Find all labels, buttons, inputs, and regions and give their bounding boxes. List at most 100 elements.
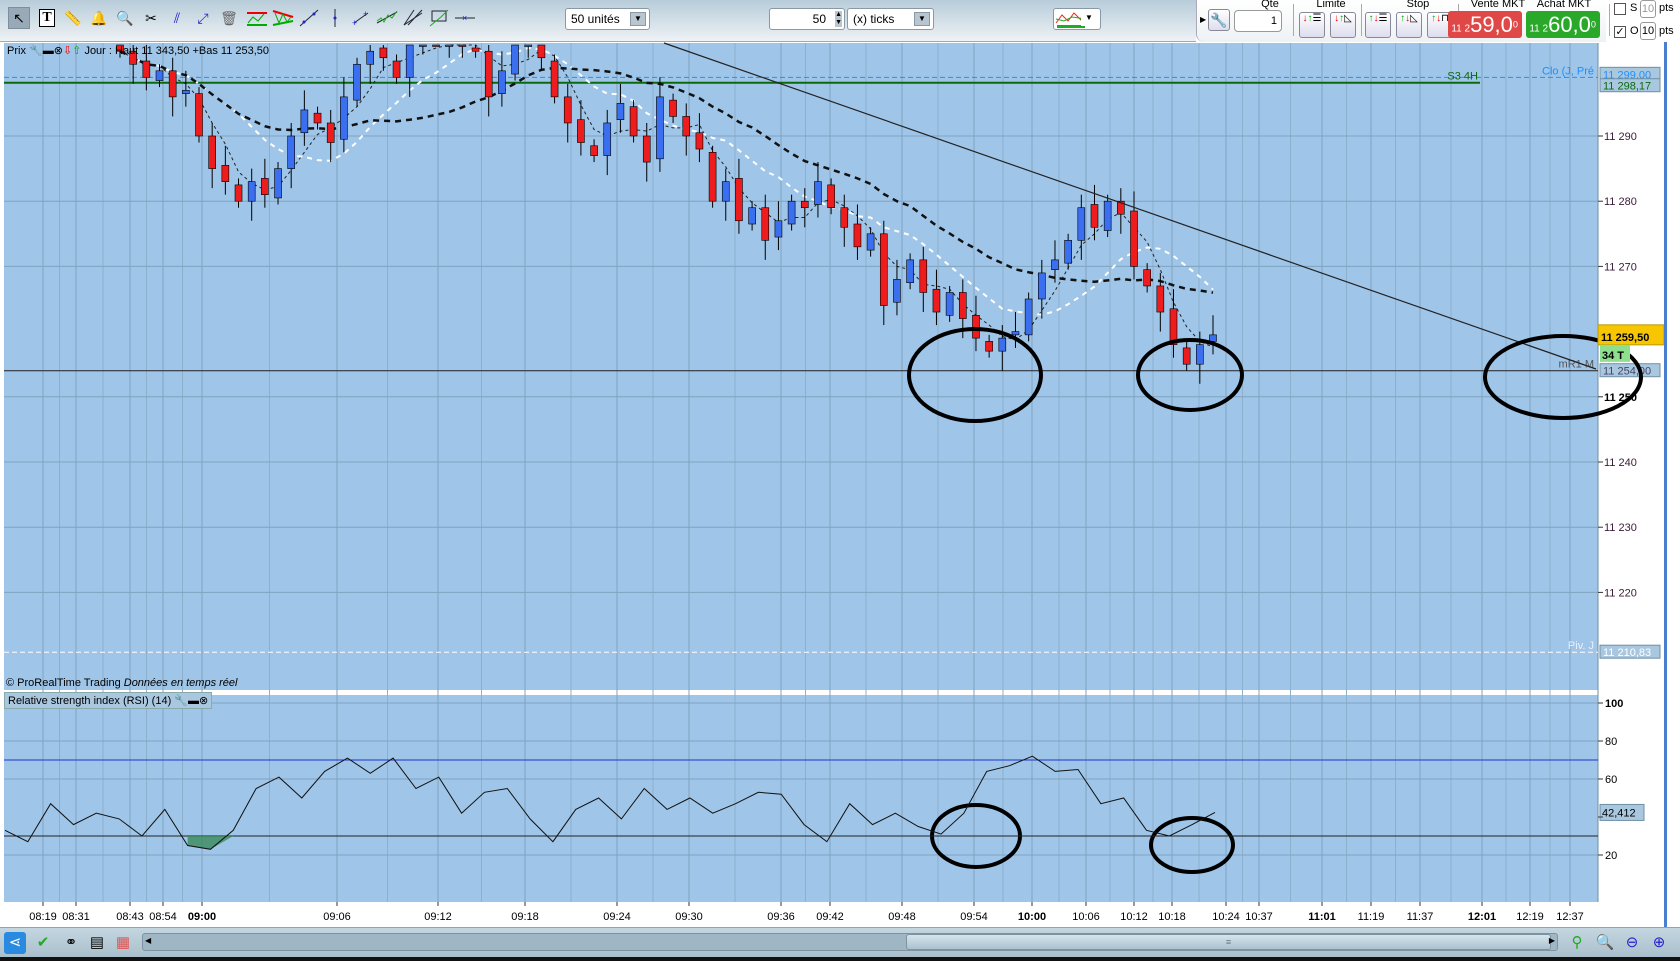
units-select[interactable]: 50 unités ▼ <box>565 8 650 30</box>
candle <box>761 207 770 241</box>
share-icon[interactable]: ⋖ <box>4 932 26 954</box>
stop-pts-input[interactable]: 10 <box>1640 0 1656 18</box>
candle <box>603 122 612 156</box>
x-tick-label: 10:00 <box>1018 911 1046 923</box>
stop-checkbox[interactable] <box>1614 3 1626 15</box>
pointer-icon[interactable]: ↖ <box>8 7 30 29</box>
scroll-left-icon[interactable]: ◀ <box>145 936 151 945</box>
x-tick-label: 08:43 <box>116 911 144 923</box>
limit-sell-button[interactable]: ↓↑◺ <box>1330 12 1356 38</box>
candle <box>998 337 1007 352</box>
sell-price-sup: 0 <box>1512 19 1518 30</box>
chevron-down-icon[interactable]: ▼ <box>914 12 930 26</box>
candle <box>590 145 598 156</box>
candle <box>1064 240 1072 264</box>
candle <box>419 44 427 47</box>
candle <box>682 116 691 137</box>
countdown-label: 34 T <box>1602 350 1624 362</box>
candle <box>1196 344 1204 365</box>
horizontal-scrollbar[interactable]: ◀ ≡ ▶ <box>142 933 1558 951</box>
add-indicator-button[interactable]: ▼ <box>1053 8 1101 30</box>
order-panel: ▶ 🔧 Qte 1 Limite ↓↑☰ ↓↑◺ Stop ↑↓☰ ↑↓◺ ↑↓… <box>1196 0 1680 42</box>
wrench-icon[interactable]: 🔧 <box>29 45 43 57</box>
realtime-label: Données en temps réel <box>123 677 238 689</box>
close-icon[interactable]: ⊗ <box>54 45 63 57</box>
price-tick-label: 11 250 <box>1604 392 1637 404</box>
buy-price: 60,0 <box>1548 12 1591 37</box>
up-arrow-icon[interactable]: ⇧ <box>72 45 81 57</box>
vertical-line-icon[interactable] <box>324 7 346 29</box>
x-tick-label: 10:06 <box>1072 911 1100 923</box>
buy-market-button[interactable]: 11 260,00 <box>1526 11 1600 38</box>
list-icon[interactable]: ▤ <box>86 932 108 954</box>
text-icon[interactable]: T <box>36 7 58 29</box>
objective-checkbox[interactable]: ✓ <box>1614 26 1626 38</box>
scroll-right-icon[interactable]: ▶ <box>1549 936 1555 945</box>
autoscale-icon[interactable]: ⚲ <box>1566 932 1588 954</box>
segment-icon[interactable]: ⤢ <box>192 7 214 29</box>
tools-icon[interactable]: ✂ <box>140 7 162 29</box>
validate-icon[interactable]: ✔ <box>32 932 54 954</box>
ruler-icon[interactable]: 📏 <box>62 7 84 29</box>
candle <box>1103 200 1112 231</box>
sell-market-button[interactable]: 11 259,00 <box>1448 11 1522 38</box>
ray-icon[interactable]: + + <box>350 7 372 29</box>
candle <box>1209 334 1217 342</box>
parallel-line-icon[interactable]: ⫽ <box>166 7 188 29</box>
candle <box>471 47 480 52</box>
down-arrow-icon[interactable]: ⇩ <box>63 45 72 57</box>
horizontal-line-icon[interactable]: × <box>454 7 476 29</box>
candle <box>972 314 980 339</box>
scroll-thumb[interactable]: ≡ <box>906 934 1551 950</box>
chevron-down-icon[interactable]: ▼ <box>630 12 646 26</box>
trendline-icon[interactable] <box>298 7 320 29</box>
x-tick-label: 09:36 <box>767 911 795 923</box>
ticks-select[interactable]: (x) ticks ▼ <box>847 8 934 30</box>
candle <box>498 70 506 94</box>
zoom-out-icon[interactable]: ⊖ <box>1621 932 1643 954</box>
channel-icon[interactable] <box>246 7 268 29</box>
stop-sell-button[interactable]: ↑↓◺ <box>1396 12 1422 38</box>
trash-icon[interactable]: 🗑 <box>218 7 240 29</box>
expand-arrow-icon[interactable]: ▶ <box>1200 15 1206 24</box>
price-level-name: Clo (J, Pré <box>1542 65 1594 77</box>
window-icon[interactable]: ▬ <box>43 45 54 57</box>
o-label: O <box>1630 25 1639 37</box>
candle <box>906 259 914 284</box>
regression-icon[interactable] <box>376 7 398 29</box>
price-tick-label: 11 280 <box>1604 196 1637 208</box>
price-tick-label: 11 230 <box>1604 522 1637 534</box>
rsi-tick-label: 100 <box>1605 698 1623 710</box>
candle <box>945 292 954 316</box>
stepper-icon[interactable]: ▲ ▼ <box>835 11 842 27</box>
chevron-down-icon[interactable]: ▼ <box>1081 12 1097 26</box>
candle <box>366 50 375 65</box>
link-icon[interactable]: ⚭ <box>60 932 82 954</box>
triangle-channel-icon[interactable] <box>272 7 294 29</box>
fibonacci-icon[interactable] <box>428 7 450 29</box>
order-book-icon[interactable]: ▦ <box>112 932 134 954</box>
candle <box>142 60 151 78</box>
close-icon[interactable]: ⊗ <box>199 695 208 707</box>
x-tick-label: 09:00 <box>188 911 216 923</box>
x-tick-label: 11:37 <box>1407 911 1434 923</box>
ticks-value-input[interactable]: 50 ▲ ▼ <box>769 8 845 30</box>
price-chart[interactable]: Clo (J, Pré 11 299,00S3 4H11 298,17mR1 M1… <box>0 42 1664 927</box>
zoom-fit-icon[interactable]: 🔍 <box>1594 932 1616 954</box>
settings-wrench-button[interactable]: 🔧 <box>1208 9 1230 31</box>
fan-icon[interactable] <box>402 7 424 29</box>
wrench-icon[interactable]: 🔧 <box>174 695 188 707</box>
candle <box>774 220 783 238</box>
quantity-input[interactable]: 1 <box>1234 10 1282 32</box>
window-icon[interactable]: ▬ <box>188 695 199 707</box>
zoom-in-icon[interactable]: ⊕ <box>1648 932 1670 954</box>
x-tick-label: 09:48 <box>888 911 916 923</box>
zoom-icon[interactable]: 🔍 <box>114 7 136 29</box>
stop-buy-button[interactable]: ↑↓☰ <box>1365 12 1391 38</box>
objective-pts-input[interactable]: 10 <box>1640 22 1656 40</box>
alarm-bell-icon[interactable]: 🔔 <box>88 7 110 29</box>
limit-buy-button[interactable]: ↓↑☰ <box>1299 12 1325 38</box>
candle <box>1130 210 1138 267</box>
drawing-toolbar: ↖ T 📏 🔔 🔍 ✂ ⫽ ⤢ 🗑 + + × 50 unités ▼ 50 ▲ ▼ (… <box>0 0 1200 42</box>
price-tick-label: 11 270 <box>1604 261 1637 273</box>
